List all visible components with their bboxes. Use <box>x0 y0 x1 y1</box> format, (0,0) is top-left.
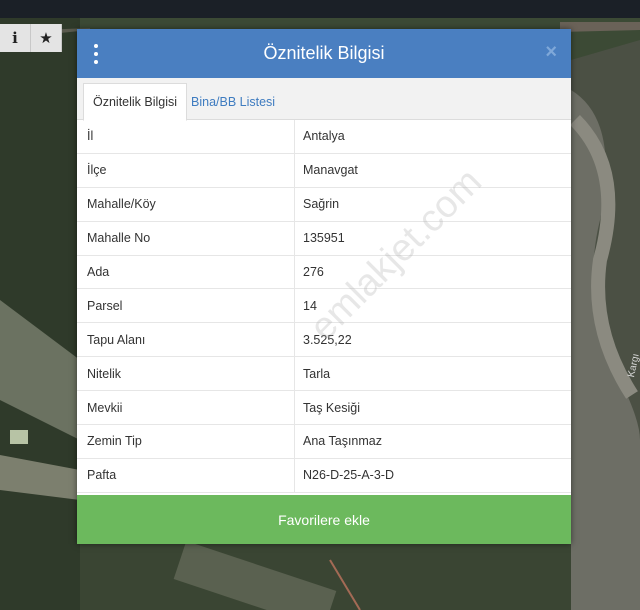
row-key: İl <box>77 120 295 153</box>
row-value: Ana Taşınmaz <box>303 434 382 449</box>
modal-title: Öznitelik Bilgisi <box>263 43 385 63</box>
table-row: Mevkii Taş Kesiği <box>77 391 571 426</box>
table-row: Pafta N26-D-25-A-3-D <box>77 458 571 493</box>
row-key: Mahalle No <box>77 221 295 255</box>
table-row: Parsel 14 <box>77 289 571 324</box>
row-value: Tarla <box>303 366 331 381</box>
favorites-button[interactable]: ★ <box>31 24 62 52</box>
more-options-icon[interactable] <box>93 44 99 64</box>
row-key: Mahalle/Köy <box>77 187 295 221</box>
row-value: 14 <box>303 298 317 313</box>
attribute-info-modal: Öznitelik Bilgisi × Öznitelik Bilgisi Bi… <box>77 29 571 544</box>
tab-bar: Öznitelik Bilgisi Bina/BB Listesi <box>77 78 571 121</box>
row-key: Pafta <box>77 458 295 492</box>
table-row: Zemin Tip Ana Taşınmaz <box>77 425 571 459</box>
row-value: Sağrin <box>303 197 340 212</box>
row-key: Ada <box>77 255 295 289</box>
table-row: Ada 276 <box>77 255 571 290</box>
tab-building-list[interactable]: Bina/BB Listesi <box>182 83 284 120</box>
row-key: İlçe <box>77 153 295 187</box>
close-icon[interactable]: × <box>545 41 557 64</box>
row-value: Manavgat <box>303 163 358 178</box>
row-key: Nitelik <box>77 357 295 391</box>
table-row: Mahalle No 135951 <box>77 221 571 256</box>
table-row: İlçe Manavgat <box>77 153 571 188</box>
table-row: Tapu Alanı 3.525,22 <box>77 323 571 358</box>
info-icon: i <box>12 29 18 47</box>
attribute-table: İl Antalya İlçe Manavgat Mahalle/Köy Sağ… <box>77 120 571 493</box>
star-icon: ★ <box>39 29 53 47</box>
row-key: Parsel <box>77 289 295 323</box>
row-key: Mevkii <box>77 391 295 425</box>
tab-attribute-info[interactable]: Öznitelik Bilgisi <box>83 83 188 121</box>
row-value: 3.525,22 <box>303 332 352 347</box>
add-to-favorites-button[interactable]: Favorilere ekle <box>77 495 571 544</box>
table-row: İl Antalya <box>77 120 571 154</box>
map-toolbar: i ★ <box>0 24 62 52</box>
info-button[interactable]: i <box>0 24 31 52</box>
row-key: Zemin Tip <box>77 425 295 458</box>
row-value: Antalya <box>303 129 345 144</box>
row-value: N26-D-25-A-3-D <box>303 468 394 483</box>
table-row: Mahalle/Köy Sağrin <box>77 187 571 222</box>
modal-header: Öznitelik Bilgisi × <box>77 29 571 78</box>
table-row: Nitelik Tarla <box>77 357 571 392</box>
row-key: Tapu Alanı <box>77 323 295 357</box>
top-bar <box>0 0 640 18</box>
row-value: 135951 <box>303 231 345 246</box>
row-value: Taş Kesiği <box>303 400 360 415</box>
row-value: 276 <box>303 265 324 279</box>
